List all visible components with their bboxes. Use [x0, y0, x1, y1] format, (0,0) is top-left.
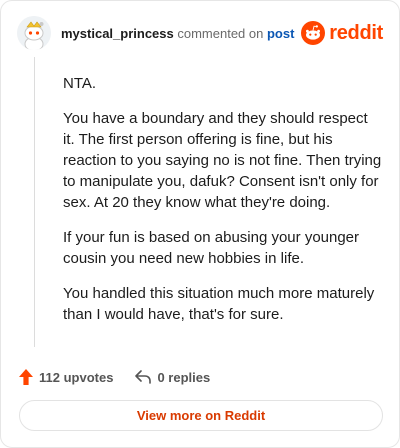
upvote-count: 112 upvotes [39, 369, 114, 385]
reddit-logo-icon [301, 21, 326, 45]
comment-footer: 112 upvotes 0 replies [19, 367, 210, 387]
view-more-button[interactable]: View more on Reddit [19, 400, 383, 431]
reddit-wordmark: reddit [329, 21, 383, 44]
comment-meta: mystical_princess commented on post [61, 26, 294, 41]
comment-paragraph: You handled this situation much more mat… [63, 285, 375, 323]
user-avatar-icon[interactable] [17, 16, 51, 50]
upvote-group[interactable]: 112 upvotes [19, 369, 113, 385]
thread-line [34, 57, 35, 347]
upvote-arrow-icon [19, 369, 33, 385]
username-link[interactable]: mystical_princess [61, 26, 174, 41]
reply-count: 0 replies [157, 369, 211, 385]
comment-embed-card: mystical_princess commented on post redd… [0, 0, 400, 448]
comment-paragraph: NTA. [63, 75, 97, 92]
comment-paragraph: If your fun is based on abusing your you… [63, 229, 360, 267]
comment-body: NTA. You have a boundary and they should… [63, 73, 383, 339]
comment-header: mystical_princess commented on post redd… [17, 15, 383, 51]
reply-group[interactable]: 0 replies [135, 370, 210, 385]
post-link[interactable]: post [267, 26, 294, 41]
reddit-logo[interactable]: reddit [301, 21, 383, 45]
action-text: commented on [177, 25, 264, 41]
reply-arrow-icon [135, 370, 152, 384]
comment-paragraph: You have a boundary and they should resp… [63, 110, 382, 211]
